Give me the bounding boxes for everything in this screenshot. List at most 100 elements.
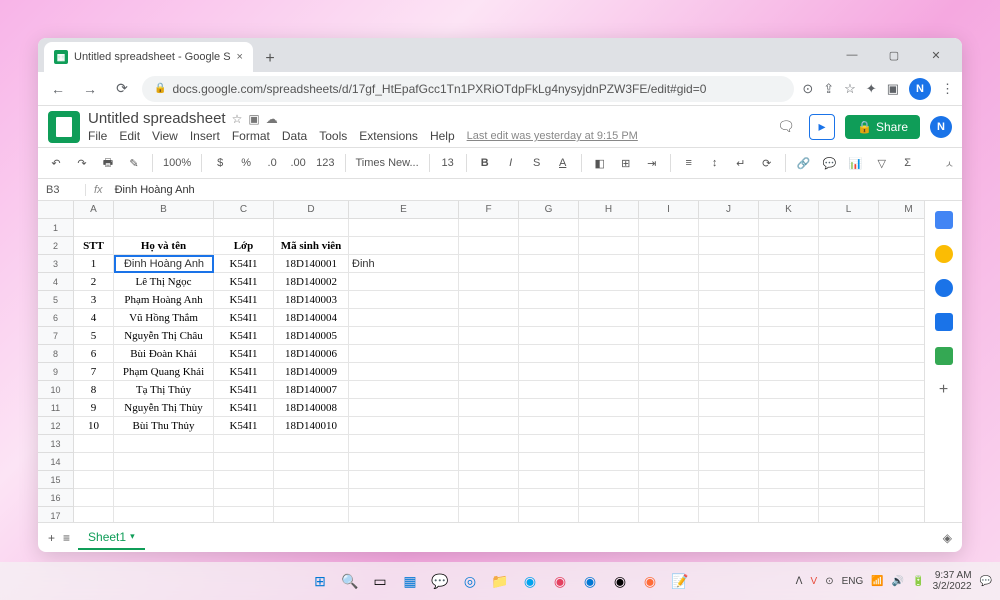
cell-A5[interactable]: 3 xyxy=(74,291,114,309)
row-header-12[interactable]: 12 xyxy=(38,417,74,435)
tray-icon-2[interactable]: ⊙ xyxy=(825,576,833,587)
wifi-icon[interactable]: 📶 xyxy=(871,576,883,587)
cell-F10[interactable] xyxy=(459,381,519,399)
add-sheet-button[interactable]: + xyxy=(48,531,55,545)
grid-wrap[interactable]: ABCDEFGHIJKLMN12STTHọ và tênLớpMã sinh v… xyxy=(38,201,924,522)
cell-C13[interactable] xyxy=(214,435,274,453)
redo-button[interactable]: ↷ xyxy=(72,152,92,174)
cell-J14[interactable] xyxy=(699,453,759,471)
cell-E4[interactable] xyxy=(349,273,459,291)
cell-H8[interactable] xyxy=(579,345,639,363)
cell-I4[interactable] xyxy=(639,273,699,291)
cell-J6[interactable] xyxy=(699,309,759,327)
cell-A3[interactable]: 1 xyxy=(74,255,114,273)
cell-K2[interactable] xyxy=(759,237,819,255)
cell-I10[interactable] xyxy=(639,381,699,399)
fill-color-button[interactable]: ◧ xyxy=(590,152,610,174)
undo-button[interactable]: ↶ xyxy=(46,152,66,174)
url-box[interactable]: 🔒 docs.google.com/spreadsheets/d/17gf_Ht… xyxy=(142,76,794,102)
cell-G8[interactable] xyxy=(519,345,579,363)
chrome-icon[interactable]: ◉ xyxy=(607,568,633,594)
sheets-logo[interactable] xyxy=(48,111,80,143)
cell-K7[interactable] xyxy=(759,327,819,345)
minimize-button[interactable]: — xyxy=(832,38,872,72)
cell-A8[interactable]: 6 xyxy=(74,345,114,363)
search-taskbar-icon[interactable]: 🔍 xyxy=(337,568,363,594)
menu-view[interactable]: View xyxy=(152,129,178,143)
cell-H14[interactable] xyxy=(579,453,639,471)
font-select[interactable]: Times New... xyxy=(354,152,421,174)
calendar-icon[interactable] xyxy=(935,211,953,229)
cell-B12[interactable]: Bùi Thu Thủy xyxy=(114,417,214,435)
cell-G7[interactable] xyxy=(519,327,579,345)
cell-G9[interactable] xyxy=(519,363,579,381)
cell-D17[interactable] xyxy=(274,507,349,522)
browser-tab[interactable]: ▦ Untitled spreadsheet - Google S × xyxy=(44,42,253,72)
col-header-G[interactable]: G xyxy=(519,201,579,219)
extensions-icon[interactable]: ✦ xyxy=(866,81,877,97)
notifications-icon[interactable]: 💬 xyxy=(980,576,992,587)
cell-D13[interactable] xyxy=(274,435,349,453)
cell-K13[interactable] xyxy=(759,435,819,453)
cell-H9[interactable] xyxy=(579,363,639,381)
cell-C3[interactable]: K54I1 xyxy=(214,255,274,273)
cell-L8[interactable] xyxy=(819,345,879,363)
cell-L14[interactable] xyxy=(819,453,879,471)
close-window-button[interactable]: ✕ xyxy=(916,38,956,72)
cell-D12[interactable]: 18D140010 xyxy=(274,417,349,435)
menu-data[interactable]: Data xyxy=(282,129,307,143)
row-header-8[interactable]: 8 xyxy=(38,345,74,363)
col-header-A[interactable]: A xyxy=(74,201,114,219)
row-header-7[interactable]: 7 xyxy=(38,327,74,345)
cell-M17[interactable] xyxy=(879,507,924,522)
cell-I14[interactable] xyxy=(639,453,699,471)
cell-A6[interactable]: 4 xyxy=(74,309,114,327)
cell-F11[interactable] xyxy=(459,399,519,417)
cell-F16[interactable] xyxy=(459,489,519,507)
menu-icon[interactable]: ⋮ xyxy=(941,81,954,97)
cell-M9[interactable] xyxy=(879,363,924,381)
cloud-icon[interactable]: ☁ xyxy=(266,112,278,126)
cell-H2[interactable] xyxy=(579,237,639,255)
volume-icon[interactable]: 🔊 xyxy=(892,576,904,587)
decrease-decimal-button[interactable]: .0 xyxy=(262,152,282,174)
cell-B14[interactable] xyxy=(114,453,214,471)
cell-L16[interactable] xyxy=(819,489,879,507)
functions-button[interactable]: Σ xyxy=(898,152,918,174)
cell-K3[interactable] xyxy=(759,255,819,273)
comment-history-icon[interactable]: 🗨 xyxy=(773,114,799,140)
cell-I16[interactable] xyxy=(639,489,699,507)
tray-chevron-icon[interactable]: ᐱ xyxy=(796,576,803,587)
cell-A2[interactable]: STT xyxy=(74,237,114,255)
cell-E3[interactable]: Đinh xyxy=(349,255,459,273)
cell-I5[interactable] xyxy=(639,291,699,309)
cell-J1[interactable] xyxy=(699,219,759,237)
cell-E13[interactable] xyxy=(349,435,459,453)
currency-button[interactable]: $ xyxy=(210,152,230,174)
cell-C1[interactable] xyxy=(214,219,274,237)
cell-H12[interactable] xyxy=(579,417,639,435)
cell-G3[interactable] xyxy=(519,255,579,273)
cell-G14[interactable] xyxy=(519,453,579,471)
cell-A17[interactable] xyxy=(74,507,114,522)
new-tab-button[interactable]: + xyxy=(257,46,283,72)
merge-button[interactable]: ⇥ xyxy=(642,152,662,174)
cell-C4[interactable]: K54I1 xyxy=(214,273,274,291)
col-header-M[interactable]: M xyxy=(879,201,924,219)
row-header-10[interactable]: 10 xyxy=(38,381,74,399)
col-header-B[interactable]: B xyxy=(114,201,214,219)
cell-E6[interactable] xyxy=(349,309,459,327)
cell-I6[interactable] xyxy=(639,309,699,327)
menu-insert[interactable]: Insert xyxy=(190,129,220,143)
account-avatar[interactable]: N xyxy=(930,116,952,138)
battery-icon[interactable]: 🔋 xyxy=(912,576,924,587)
cell-E16[interactable] xyxy=(349,489,459,507)
cell-I1[interactable] xyxy=(639,219,699,237)
forward-button[interactable]: → xyxy=(78,77,102,101)
cell-F1[interactable] xyxy=(459,219,519,237)
cell-D6[interactable]: 18D140004 xyxy=(274,309,349,327)
add-panel-icon[interactable]: + xyxy=(935,381,953,399)
col-header-I[interactable]: I xyxy=(639,201,699,219)
cell-E7[interactable] xyxy=(349,327,459,345)
star-icon[interactable]: ☆ xyxy=(232,112,243,126)
